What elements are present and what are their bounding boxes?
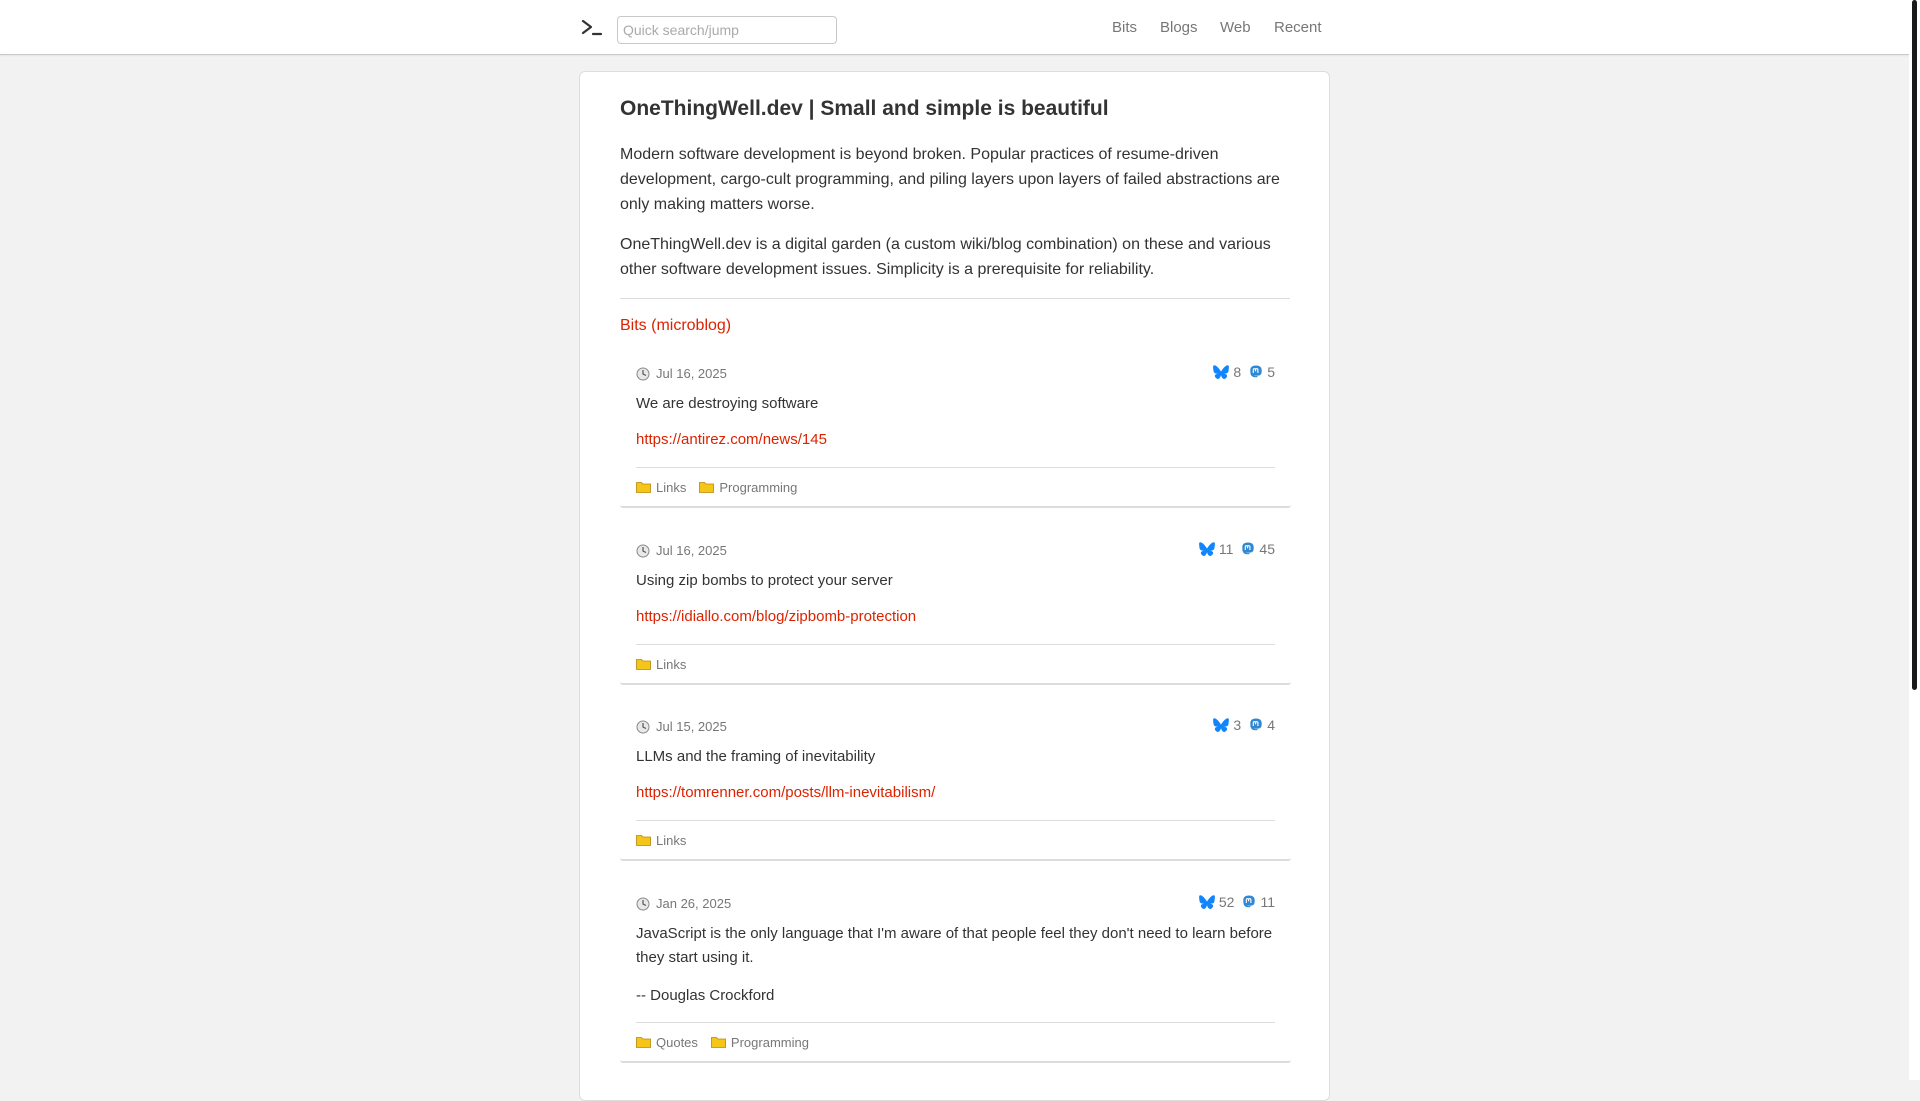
scrollbar-thumb[interactable]	[1912, 0, 1917, 690]
bluesky-count: 52	[1218, 894, 1235, 910]
intro-paragraph: OneThingWell.dev is a digital garden (a …	[620, 236, 1271, 278]
post-categories: Links	[636, 644, 1275, 683]
folder-icon	[636, 1037, 651, 1048]
post-date: Jan 26, 2025	[636, 896, 731, 911]
social-counts: 8 5	[1213, 364, 1275, 380]
main-content-card: OneThingWell.dev | Small and simple is b…	[579, 71, 1330, 1101]
bluesky-icon[interactable]	[1198, 895, 1215, 909]
category-link[interactable]: Programming	[699, 480, 797, 495]
clock-icon	[636, 897, 650, 910]
post-text: LLMs and the framing of inevitability	[636, 748, 876, 765]
category-label: Programming	[730, 1034, 809, 1050]
post-categories: Quotes Programming	[636, 1022, 1275, 1061]
mastodon-count: 45	[1259, 541, 1275, 557]
nav-web-link[interactable]: Web	[1220, 19, 1251, 36]
quick-search-input[interactable]	[617, 16, 837, 44]
bluesky-icon[interactable]	[1213, 365, 1230, 379]
mastodon-count: 4	[1267, 717, 1275, 733]
divider	[620, 298, 1290, 299]
mastodon-icon[interactable]	[1242, 895, 1256, 909]
terminal-prompt-icon[interactable]	[580, 17, 604, 39]
category-link[interactable]: Links	[636, 480, 686, 495]
clock-icon	[636, 720, 650, 733]
post-categories: Links Programming	[636, 467, 1275, 506]
post-categories: Links	[636, 820, 1275, 859]
intro-section: OneThingWell.dev | Small and simple is b…	[620, 94, 1290, 335]
bluesky-count: 8	[1233, 364, 1242, 380]
category-label: Programming	[719, 479, 798, 495]
post-text: Using zip bombs to protect your server	[636, 572, 893, 589]
post-card: Jan 26, 2025 52 11 JavaScript is the onl…	[620, 884, 1291, 1063]
post-date-text: Jul 15, 2025	[656, 719, 727, 734]
intro-paragraph: Modern software development is beyond br…	[620, 146, 1280, 213]
category-label: Links	[656, 656, 687, 672]
post-date: Jul 15, 2025	[636, 719, 727, 734]
nav-recent-link[interactable]: Recent	[1274, 19, 1322, 36]
social-counts: 11 45	[1198, 541, 1275, 557]
folder-icon	[636, 482, 651, 493]
post-date: Jul 16, 2025	[636, 366, 727, 381]
mastodon-count: 11	[1260, 894, 1275, 910]
quote-attribution: -- Douglas Crockford	[636, 987, 775, 1004]
mastodon-icon[interactable]	[1241, 542, 1255, 556]
social-counts: 3 4	[1213, 717, 1275, 733]
bluesky-icon[interactable]	[1198, 542, 1215, 556]
category-label: Quotes	[656, 1034, 698, 1050]
bluesky-icon[interactable]	[1213, 718, 1230, 732]
category-link[interactable]: Links	[636, 833, 686, 848]
post-link[interactable]: https://idiallo.com/blog/zipbomb-protect…	[636, 607, 1275, 627]
post-date-text: Jan 26, 2025	[656, 896, 732, 911]
bits-microblog-link[interactable]: Bits (microblog)	[620, 317, 1290, 335]
post-date: Jul 16, 2025	[636, 543, 727, 558]
bluesky-count: 11	[1218, 541, 1234, 557]
post-link[interactable]: https://antirez.com/news/145	[636, 430, 1275, 450]
mastodon-count: 5	[1267, 364, 1275, 380]
post-card: Jul 16, 2025 8 5 We are destroying softw…	[620, 354, 1291, 508]
nav-bits-link[interactable]: Bits	[1112, 19, 1137, 36]
social-counts: 52 11	[1198, 894, 1275, 910]
folder-icon	[699, 482, 715, 493]
category-link[interactable]: Links	[636, 657, 686, 672]
page-title: OneThingWell.dev | Small and simple is b…	[620, 97, 1109, 120]
nav-blogs-link[interactable]: Blogs	[1160, 19, 1198, 36]
folder-icon	[636, 835, 651, 846]
post-date-text: Jul 16, 2025	[656, 366, 727, 381]
top-navbar: Bits Blogs Web Recent	[0, 0, 1909, 55]
post-text: We are destroying software	[636, 395, 819, 412]
category-link[interactable]: Quotes	[636, 1035, 698, 1050]
post-meta: Jul 16, 2025 8 5	[636, 354, 1275, 381]
category-label: Links	[656, 479, 687, 495]
clock-icon	[636, 367, 650, 380]
post-meta: Jul 15, 2025 3 4	[636, 707, 1275, 734]
category-link[interactable]: Programming	[711, 1035, 809, 1050]
post-date-text: Jul 16, 2025	[656, 543, 727, 558]
mastodon-icon[interactable]	[1249, 365, 1263, 379]
post-text: JavaScript is the only language that I'm…	[636, 925, 1273, 966]
folder-icon	[636, 659, 651, 670]
clock-icon	[636, 544, 650, 557]
post-card: Jul 16, 2025 11 45 Using zip bombs to pr…	[620, 531, 1291, 685]
post-card: Jul 15, 2025 3 4 LLMs and the framing of…	[620, 707, 1291, 861]
category-label: Links	[656, 832, 687, 848]
page-scrollbar[interactable]	[1909, 0, 1920, 1080]
bluesky-count: 3	[1233, 717, 1242, 733]
post-link[interactable]: https://tomrenner.com/posts/llm-inevitab…	[636, 783, 1275, 803]
post-meta: Jan 26, 2025 52 11	[636, 884, 1275, 911]
mastodon-icon[interactable]	[1249, 718, 1263, 732]
post-meta: Jul 16, 2025 11 45	[636, 531, 1275, 558]
folder-icon	[711, 1037, 726, 1048]
